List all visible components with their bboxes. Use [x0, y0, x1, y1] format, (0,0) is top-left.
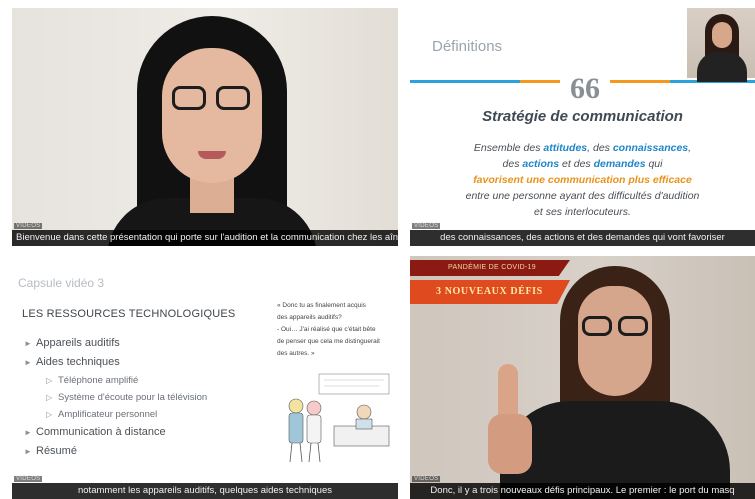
cartoon-illustration	[274, 366, 392, 466]
glasses	[172, 86, 206, 110]
subtitle-caption: des connaissances, des actions et des de…	[410, 230, 755, 246]
video-tile-speaker-1[interactable]: VIDEOS Bienvenue dans cette présentation…	[12, 8, 398, 246]
slide-heading: Stratégie de communication	[482, 108, 683, 125]
subtitle-caption: Bienvenue dans cette présentation qui po…	[12, 230, 398, 246]
video-label: VIDEOS	[412, 476, 441, 482]
bullet-list: ► Appareils auditifs ► Aides techniques ▷ T…	[24, 334, 207, 461]
list-subitem: ▷ Téléphone amplifié	[46, 375, 139, 386]
slide-heading: LES RESSOURCES TECHNOLOGIQUES	[22, 308, 236, 320]
video-tile-slide-resources[interactable]: Capsule vidéo 3 LES RESSOURCES TECHNOLOG…	[12, 256, 398, 499]
list-item: ► Résumé	[24, 445, 77, 457]
slide-title: Définitions	[432, 38, 503, 55]
video-tile-slide-definitions[interactable]: Définitions 66 Stratégie de communicatio…	[410, 8, 755, 246]
video-tile-speaker-2[interactable]: PANDÉMIE DE COVID-19 3 NOUVEAUX DÉFIS VI…	[410, 256, 755, 499]
presenter-thumbnail	[687, 8, 755, 82]
list-subitem: ▷ Système d'écoute pour la télévision	[46, 392, 208, 403]
banner-title: 3 NOUVEAUX DÉFIS	[410, 280, 570, 304]
list-item: ► Communication à distance	[24, 426, 166, 438]
list-subitem: ▷ Amplificateur personnel	[46, 409, 158, 420]
definition-text: Ensemble des attitudes, des connaissance…	[465, 142, 700, 218]
slide-title: Capsule vidéo 3	[18, 276, 105, 290]
subtitle-caption: Donc, il y a trois nouveaux défis princi…	[410, 483, 755, 499]
video-grid: VIDEOS Bienvenue dans cette présentation…	[0, 0, 755, 499]
banner-subtitle: PANDÉMIE DE COVID-19	[410, 260, 570, 276]
video-label: VIDEOS	[412, 223, 441, 229]
list-item: ► Appareils auditifs	[24, 337, 120, 349]
video-label: VIDEOS	[14, 223, 43, 229]
video-label: VIDEOS	[14, 476, 43, 482]
glasses	[582, 316, 612, 336]
list-item: ► Aides techniques	[24, 356, 120, 368]
quote-mark-icon: 66	[570, 72, 600, 105]
subtitle-caption: notamment les appareils auditifs, quelqu…	[12, 483, 398, 499]
cartoon-quote: « Donc tu as finalement acquis des appar…	[277, 302, 380, 357]
